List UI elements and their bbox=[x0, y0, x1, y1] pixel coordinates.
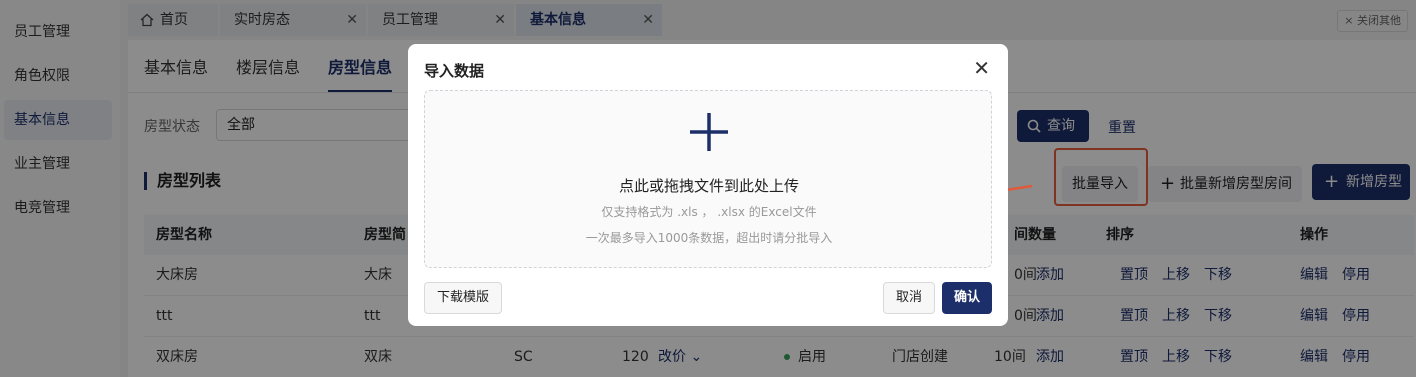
download-template-button[interactable]: 下载模版 bbox=[424, 282, 502, 314]
close-icon[interactable]: ✕ bbox=[973, 58, 990, 78]
import-data-dialog: 导入数据 ✕ 点此或拖拽文件到此处上传 仅支持格式为 .xls ， .xlsx … bbox=[408, 44, 1008, 326]
upload-instruction: 点此或拖拽文件到此处上传 bbox=[618, 177, 799, 195]
limit-hint: 一次最多导入1000条数据，超出时请分批导入 bbox=[585, 231, 833, 245]
format-hint: 仅支持格式为 .xls ， .xlsx 的Excel文件 bbox=[601, 205, 817, 219]
cancel-button[interactable]: 取消 bbox=[883, 282, 935, 314]
file-upload-dropzone[interactable]: 点此或拖拽文件到此处上传 仅支持格式为 .xls ， .xlsx 的Excel文… bbox=[424, 90, 992, 268]
dialog-title: 导入数据 bbox=[424, 62, 485, 80]
plus-icon bbox=[690, 113, 728, 151]
confirm-button[interactable]: 确认 bbox=[942, 282, 992, 314]
